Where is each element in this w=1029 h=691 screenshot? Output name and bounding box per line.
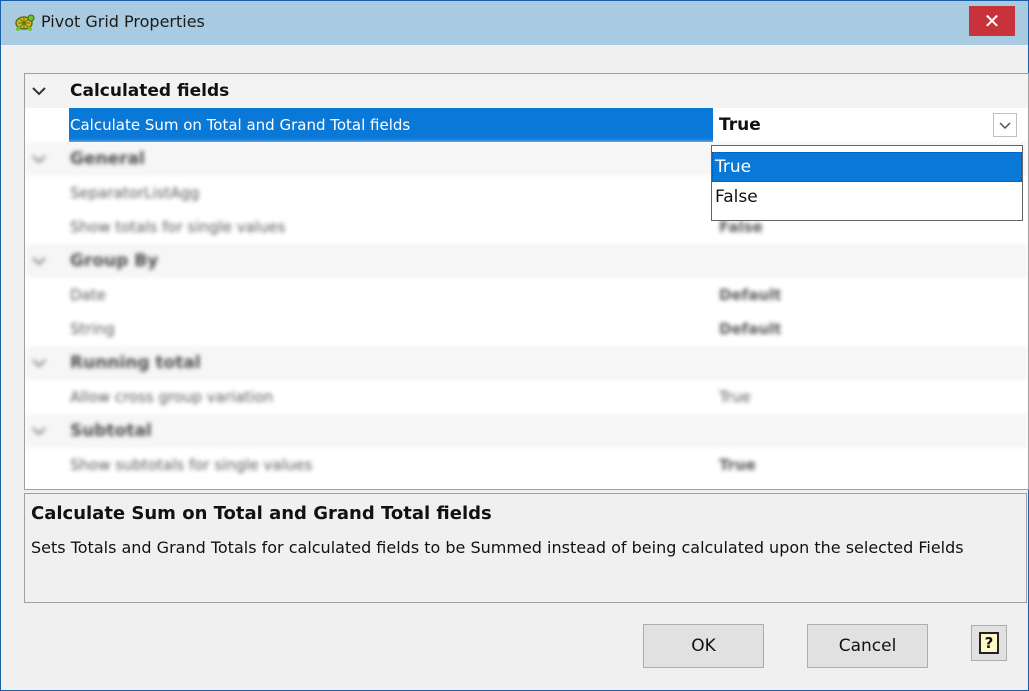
category-label: General	[70, 149, 145, 169]
title-bar[interactable]: Pivot Grid Properties ✕	[1, 1, 1028, 45]
chevron-down-icon[interactable]	[31, 355, 47, 371]
chevron-down-icon[interactable]	[31, 83, 47, 99]
property-row[interactable]: Date Default	[25, 278, 1028, 312]
description-text: Sets Totals and Grand Totals for calcula…	[31, 538, 964, 557]
category-label: Calculated fields	[70, 81, 230, 101]
property-row[interactable]: Show subtotals for single values True	[25, 448, 1028, 482]
chevron-down-icon[interactable]	[31, 151, 47, 167]
category-calculated-fields[interactable]: Calculated fields	[25, 74, 1028, 108]
pivot-grid-properties-dialog: Pivot Grid Properties ✕ Calculated field…	[0, 0, 1029, 691]
property-value: True	[719, 456, 756, 474]
close-button[interactable]: ✕	[969, 6, 1015, 36]
property-value: Default	[719, 286, 782, 304]
property-row[interactable]: Allow cross group variation True	[25, 380, 1028, 414]
category-running-total[interactable]: Running total	[25, 346, 1028, 380]
combobox-value: True	[719, 115, 761, 135]
description-panel: Calculate Sum on Total and Grand Total f…	[24, 493, 1027, 603]
close-icon: ✕	[983, 9, 1001, 33]
property-value: True	[719, 388, 751, 406]
property-value: Default	[719, 320, 782, 338]
category-label: Subtotal	[70, 421, 152, 441]
category-label: Running total	[70, 353, 201, 373]
property-label: Calculate Sum on Total and Grand Total f…	[70, 116, 411, 134]
value-dropdown-list[interactable]: True False	[711, 145, 1023, 221]
value-combobox[interactable]: True	[714, 108, 1028, 142]
ok-button[interactable]: OK	[643, 624, 764, 668]
category-subtotal[interactable]: Subtotal	[25, 414, 1028, 448]
help-button[interactable]: ?	[971, 625, 1007, 661]
property-row[interactable]: String Default	[25, 312, 1028, 346]
property-label: Show totals for single values	[70, 218, 286, 236]
description-title: Calculate Sum on Total and Grand Total f…	[31, 503, 492, 524]
property-label: Show subtotals for single values	[70, 456, 313, 474]
chevron-down-icon[interactable]	[31, 423, 47, 439]
combo-arrow-button[interactable]	[993, 113, 1017, 137]
help-icon: ?	[979, 632, 999, 654]
property-label: String	[70, 320, 115, 338]
property-grid[interactable]: Calculated fields Calculate Sum on Total…	[24, 73, 1029, 490]
property-row-calculate-sum[interactable]: Calculate Sum on Total and Grand Total f…	[25, 108, 1028, 142]
property-label: Date	[70, 286, 106, 304]
category-group-by[interactable]: Group By	[25, 244, 1028, 278]
cancel-button[interactable]: Cancel	[807, 624, 928, 668]
dropdown-option-true[interactable]: True	[712, 152, 1022, 182]
property-label: Allow cross group variation	[70, 388, 274, 406]
chevron-down-icon[interactable]	[31, 253, 47, 269]
category-label: Group By	[70, 251, 159, 271]
app-turtle-icon	[15, 14, 35, 31]
combo-arrow-icon	[999, 122, 1011, 130]
window-title: Pivot Grid Properties	[41, 12, 205, 31]
dropdown-option-false[interactable]: False	[712, 182, 1022, 212]
property-label: SeparatorListAgg	[70, 184, 200, 202]
